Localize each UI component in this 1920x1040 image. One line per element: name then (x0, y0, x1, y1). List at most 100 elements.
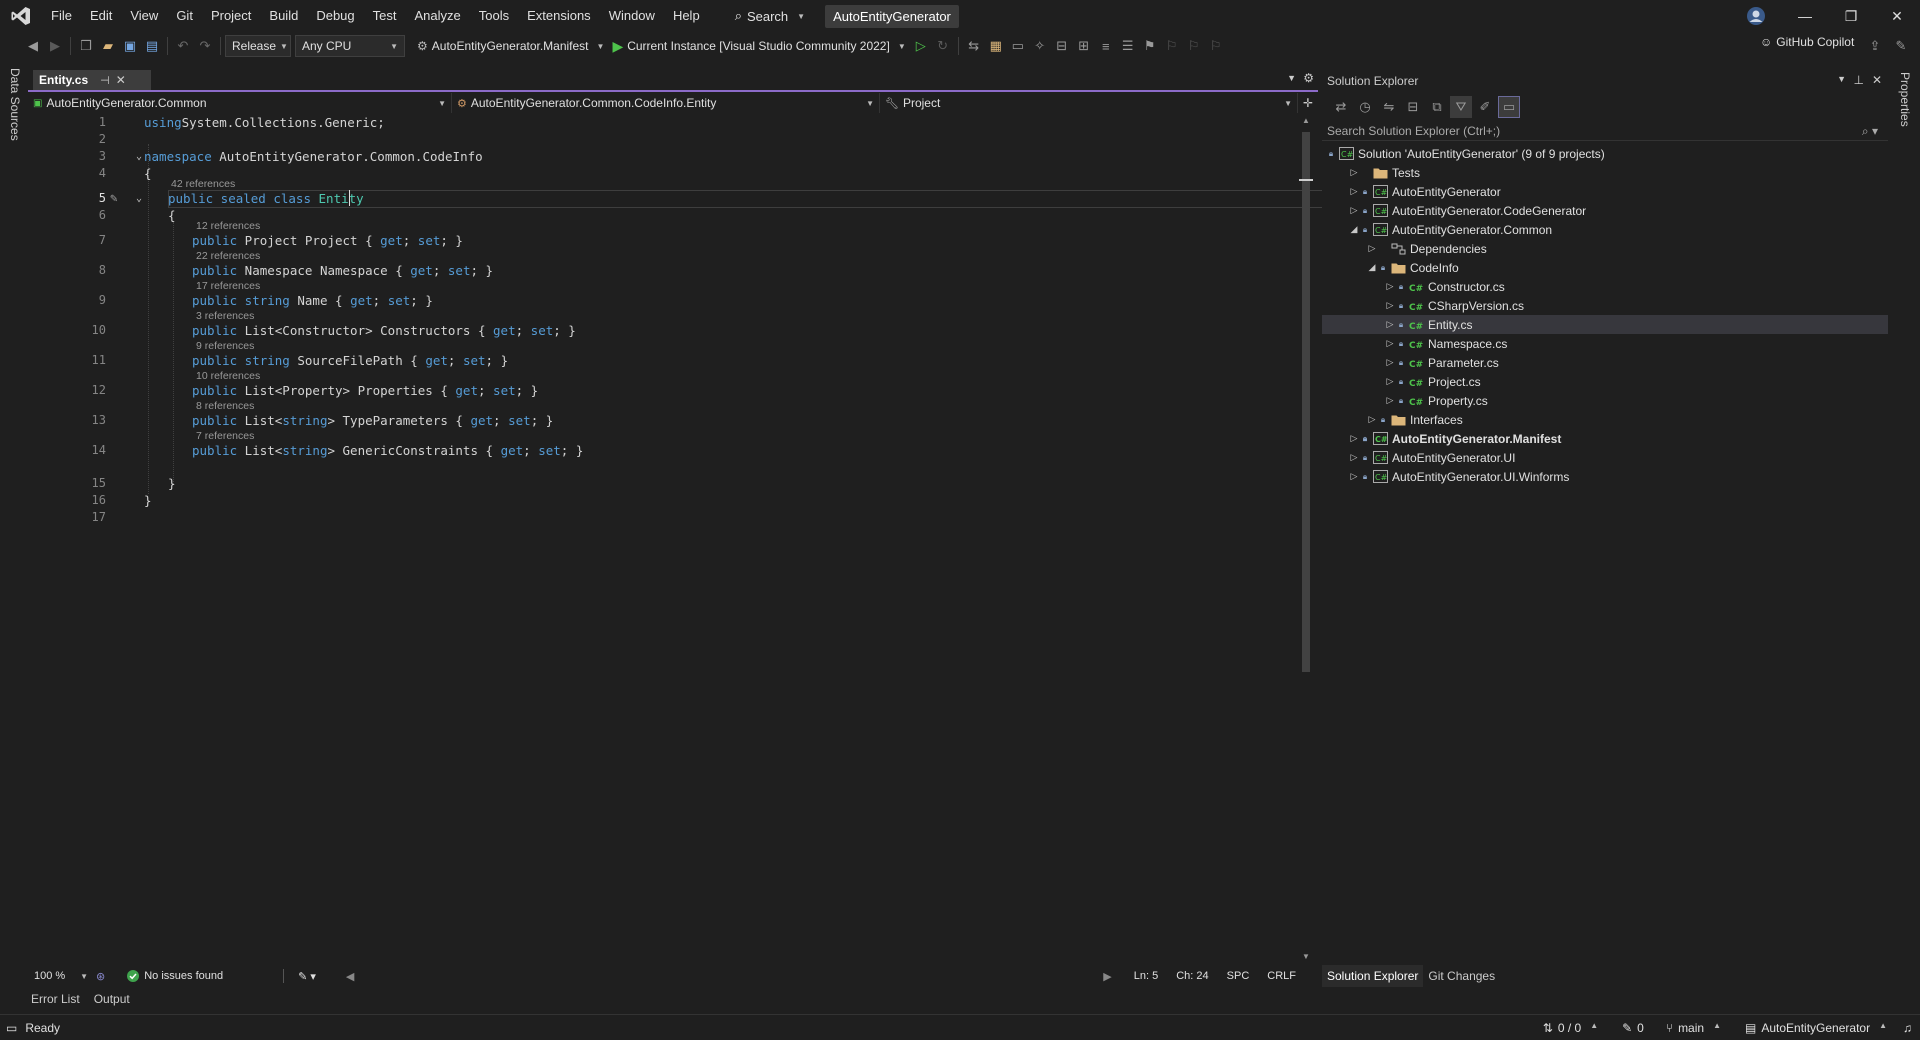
uncomment-icon[interactable]: ☰ (1117, 35, 1139, 57)
code-line[interactable]: 8 public Namespace Namespace { get; set; … (28, 262, 1298, 279)
solution-name-badge[interactable]: AutoEntityGenerator (825, 4, 959, 28)
tree-item[interactable]: ◢ 🔒︎ C# AutoEntityGenerator.Common (1322, 220, 1888, 239)
tree-item[interactable]: ▷ 🔒︎ C# AutoEntityGenerator (1322, 182, 1888, 201)
menu-tools[interactable]: Tools (470, 0, 518, 32)
next-bookmark-icon[interactable]: ⚐ (1183, 35, 1205, 57)
code-line[interactable]: 12 public List<Property> Properties { get… (28, 382, 1298, 399)
redo-icon[interactable]: ↷ (194, 35, 216, 57)
code-cleanup-icon[interactable]: ✧ (1029, 35, 1051, 57)
menu-window[interactable]: Window (600, 0, 664, 32)
code-line[interactable]: 11 public string SourceFilePath { get; se… (28, 352, 1298, 369)
breakpoints-icon[interactable]: ⊟ (1051, 35, 1073, 57)
panel-options-chevron-icon[interactable]: ▼ (1837, 74, 1846, 84)
collapsed-chevron-icon[interactable]: ▷ (1384, 281, 1396, 292)
codelens-references-link[interactable]: 9 references (196, 340, 254, 352)
tree-item[interactable]: ▷ 🔒︎ C# Property.cs (1322, 391, 1888, 410)
tab-solution-explorer[interactable]: Solution Explorer (1322, 965, 1424, 987)
collapsed-chevron-icon[interactable]: ▷ (1348, 452, 1360, 463)
code-line[interactable]: 2 (28, 131, 1298, 148)
menu-debug[interactable]: Debug (307, 0, 363, 32)
line-ending-status[interactable]: CRLF (1267, 970, 1296, 982)
tree-item[interactable]: ▷ 🔒︎ C# AutoEntityGenerator.Manifest (1322, 429, 1888, 448)
document-tab-entity-cs[interactable]: Entity.cs ⊣ ✕ (33, 70, 151, 90)
bookmark-icon[interactable]: ⚑ (1139, 35, 1161, 57)
undo-icon[interactable]: ↶ (172, 35, 194, 57)
tab-output[interactable]: Output (94, 992, 130, 1006)
tree-item[interactable]: ▷ Tests (1322, 163, 1888, 182)
tab-overflow-chevron-icon[interactable]: ▼ (1287, 73, 1296, 83)
tree-item[interactable]: ▷ 🔒︎ C# Constructor.cs (1322, 277, 1888, 296)
code-line[interactable]: 10 public List<Constructor> Constructors … (28, 322, 1298, 339)
collapsed-chevron-icon[interactable]: ▷ (1348, 167, 1360, 178)
copilot-status-icon[interactable]: ⊛ (96, 970, 105, 983)
browser-link-icon[interactable]: ▦ (985, 35, 1007, 57)
collapsed-chevron-icon[interactable]: ▷ (1348, 205, 1360, 216)
restore-button[interactable]: ❐ (1828, 0, 1874, 32)
git-branch-status[interactable]: ⑂ main ▲ (1666, 1021, 1721, 1035)
tab-git-changes[interactable]: Git Changes (1423, 965, 1500, 987)
tree-item[interactable]: ▷ 🔒︎ Interfaces (1322, 410, 1888, 429)
code-line[interactable]: 15} (28, 475, 1298, 492)
properties-wrench-icon[interactable]: ✐ (1474, 96, 1496, 118)
menu-help[interactable]: Help (664, 0, 709, 32)
collapsed-chevron-icon[interactable]: ▷ (1348, 186, 1360, 197)
tree-item[interactable]: ▷ 🔒︎ C# CSharpVersion.cs (1322, 296, 1888, 315)
fold-chevron-icon[interactable]: ⌄ (136, 148, 142, 165)
previous-bookmark-icon[interactable]: ⚐ (1161, 35, 1183, 57)
codelens-references-link[interactable]: 17 references (196, 280, 260, 292)
start-debugging-button[interactable]: ▶ Current Instance [Visual Studio Commun… (608, 38, 909, 55)
sync-with-document-icon[interactable]: ⇋ (1378, 96, 1400, 118)
expanded-chevron-icon[interactable]: ◢ (1366, 262, 1378, 273)
codelens-references-link[interactable]: 10 references (196, 370, 260, 382)
expanded-chevron-icon[interactable]: ◢ (1348, 224, 1360, 235)
share-icon[interactable]: ⇪ (1864, 35, 1886, 57)
scroll-down-icon[interactable]: ▼ (1302, 952, 1310, 961)
menu-edit[interactable]: Edit (81, 0, 121, 32)
git-sync-status[interactable]: ⇅ 0 / 0 ▲ (1543, 1021, 1598, 1035)
code-line[interactable]: 13 public List<string> TypeParameters { g… (28, 412, 1298, 429)
menu-extensions[interactable]: Extensions (518, 0, 600, 32)
show-all-files-icon[interactable]: ⧉ (1426, 96, 1448, 118)
collapsed-chevron-icon[interactable]: ▷ (1384, 300, 1396, 311)
codelens-references-link[interactable]: 42 references (171, 178, 235, 190)
hot-reload-icon[interactable]: ↻ (932, 35, 954, 57)
pending-changes-status[interactable]: ✎ 0 (1622, 1021, 1644, 1035)
collapsed-chevron-icon[interactable]: ▷ (1366, 243, 1378, 254)
line-number-status[interactable]: Ln: 5 (1134, 970, 1158, 982)
scrollbar-thumb[interactable] (1302, 132, 1310, 672)
start-without-debugging-icon[interactable]: ▷ (910, 35, 932, 57)
account-avatar[interactable] (1746, 6, 1766, 26)
collapsed-chevron-icon[interactable]: ▷ (1384, 338, 1396, 349)
configuration-select[interactable]: Release ▼ (225, 35, 291, 57)
save-all-icon[interactable]: ▤ (141, 35, 163, 57)
save-icon[interactable]: ▣ (119, 35, 141, 57)
codelens-references-link[interactable]: 22 references (196, 250, 260, 262)
data-sources-tab[interactable]: Data Sources (8, 68, 22, 141)
switch-views-icon[interactable]: ⇄ (1330, 96, 1352, 118)
collapsed-chevron-icon[interactable]: ▷ (1384, 376, 1396, 387)
member-navigation-dropdown[interactable]: 🔧︎ Project ▼ (880, 93, 1298, 113)
close-tab-icon[interactable]: ✕ (116, 73, 126, 87)
collapsed-chevron-icon[interactable]: ▷ (1384, 319, 1396, 330)
live-share-icon[interactable]: ⇆ (963, 35, 985, 57)
vertical-scrollbar[interactable]: ▲ ▼ (1299, 114, 1313, 964)
menu-test[interactable]: Test (364, 0, 406, 32)
git-repository-status[interactable]: ▤ AutoEntityGenerator ▲ (1745, 1021, 1887, 1035)
scroll-right-icon[interactable]: ▶ (1103, 970, 1111, 983)
project-navigation-dropdown[interactable]: ▣ AutoEntityGenerator.Common ▼ (28, 93, 452, 113)
platform-select[interactable]: Any CPU ▼ (295, 35, 405, 57)
tree-item[interactable]: ▷ 🔒︎ C# Entity.cs (1322, 315, 1888, 334)
menu-view[interactable]: View (121, 0, 167, 32)
tree-item[interactable]: ◢ 🔒︎ CodeInfo (1322, 258, 1888, 277)
quick-actions-brush-icon[interactable]: ✎ (110, 189, 118, 206)
minimize-button[interactable]: — (1782, 0, 1828, 32)
codelens-references-link[interactable]: 3 references (196, 310, 254, 322)
scroll-up-icon[interactable]: ▲ (1302, 116, 1310, 125)
codelens-references-link[interactable]: 12 references (196, 220, 260, 232)
layout-icon[interactable]: ▭ (1007, 35, 1029, 57)
tree-item[interactable]: ▷ 🔒︎ C# Parameter.cs (1322, 353, 1888, 372)
close-window-button[interactable]: ✕ (1874, 0, 1920, 32)
navigate-back-icon[interactable]: ◀ (22, 35, 44, 57)
tree-item[interactable]: ▷ 🔒︎ C# AutoEntityGenerator.CodeGenerator (1322, 201, 1888, 220)
menu-analyze[interactable]: Analyze (405, 0, 469, 32)
